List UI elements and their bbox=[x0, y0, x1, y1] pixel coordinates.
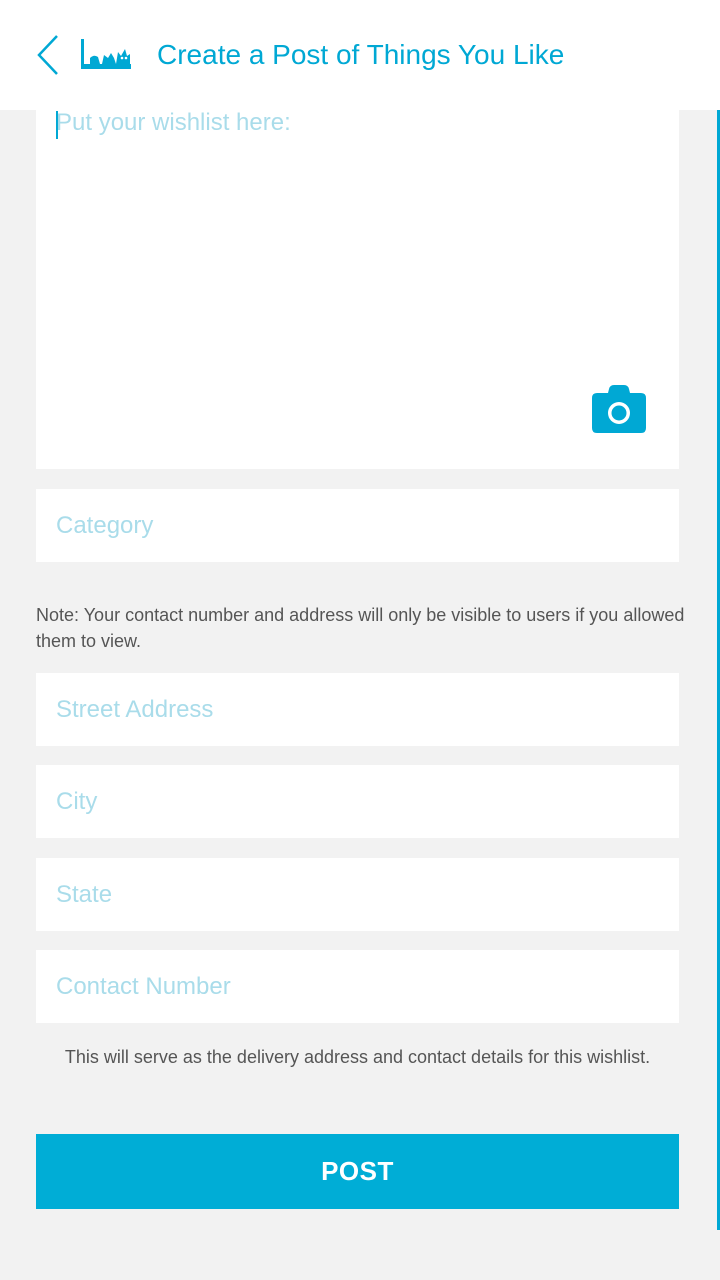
wishlist-textarea[interactable]: Put your wishlist here: bbox=[36, 96, 679, 469]
city-placeholder: City bbox=[56, 787, 98, 815]
state-field[interactable]: State bbox=[36, 858, 679, 931]
contact-number-field[interactable]: Contact Number bbox=[36, 950, 679, 1023]
page-title: Create a Post of Things You Like bbox=[157, 39, 565, 70]
camera-button[interactable] bbox=[591, 384, 647, 434]
category-placeholder: Category bbox=[56, 511, 154, 539]
wishlist-placeholder: Put your wishlist here: bbox=[56, 109, 291, 136]
cat-logo-icon bbox=[81, 39, 131, 69]
street-address-placeholder: Street Address bbox=[56, 695, 214, 723]
privacy-note: Note: Your contact number and address wi… bbox=[36, 605, 685, 651]
back-button[interactable] bbox=[30, 30, 66, 80]
category-field[interactable]: Category bbox=[36, 489, 679, 562]
post-button[interactable]: POST bbox=[36, 1134, 679, 1209]
camera-icon bbox=[592, 385, 646, 433]
app-header: Create a Post of Things You Like bbox=[0, 0, 720, 110]
street-address-field[interactable]: Street Address bbox=[36, 673, 679, 746]
city-field[interactable]: City bbox=[36, 765, 679, 838]
contact-number-placeholder: Contact Number bbox=[56, 972, 231, 1000]
chevron-left-icon bbox=[37, 35, 58, 75]
state-placeholder: State bbox=[56, 880, 113, 908]
delivery-info-text: This will serve as the delivery address … bbox=[64, 1047, 651, 1067]
